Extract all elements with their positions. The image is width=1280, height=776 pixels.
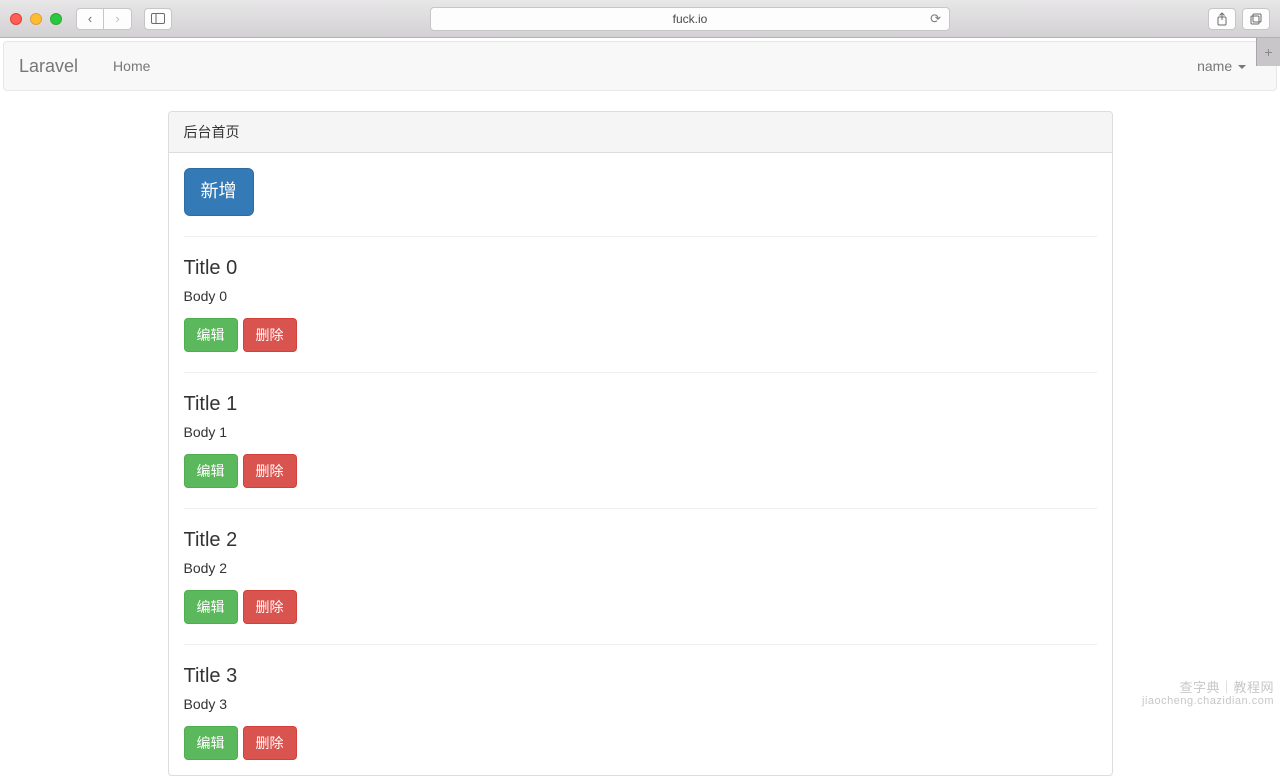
panel-body: 新增 Title 0Body 0编辑删除Title 1Body 1编辑删除Tit… [169,153,1112,775]
caret-down-icon [1238,65,1246,69]
edit-button[interactable]: 编辑 [184,318,238,352]
article-item: Title 1 Body 1 编辑删除 [184,393,1097,488]
article-actions: 编辑删除 [184,454,1097,488]
back-button[interactable]: ‹ [76,8,104,30]
panel-heading: 后台首页 [169,112,1112,153]
share-icon [1215,12,1229,26]
window-controls [10,13,62,25]
address-bar[interactable]: fuck.io ⟳ [430,7,950,31]
brand-link[interactable]: Laravel [19,56,98,77]
add-button[interactable]: 新增 [184,168,254,216]
edit-button[interactable]: 编辑 [184,726,238,760]
tabs-icon [1249,12,1263,26]
app-navbar: Laravel Home name [3,41,1277,91]
plus-icon: + [1264,44,1272,60]
user-label: name [1197,58,1232,74]
browser-toolbar: ‹ › fuck.io ⟳ [0,0,1280,38]
edit-button[interactable]: 编辑 [184,454,238,488]
user-dropdown-toggle[interactable]: name [1182,43,1261,89]
watermark-cn: 查字典｜教程网 [1142,681,1274,695]
article-body: Body 0 [184,288,1097,304]
reload-icon[interactable]: ⟳ [930,11,941,27]
watermark: 查字典｜教程网 jiaocheng.chazidian.com [1142,681,1274,707]
delete-button[interactable]: 删除 [243,454,297,488]
tabs-button[interactable] [1242,8,1270,30]
nav-home-link[interactable]: Home [98,43,165,89]
url-text: fuck.io [673,12,708,26]
forward-button[interactable]: › [104,8,132,30]
article-item: Title 3 Body 3 编辑删除 [184,665,1097,760]
article-actions: 编辑删除 [184,726,1097,760]
nav-right: name [1182,43,1261,89]
close-window-icon[interactable] [10,13,22,25]
edit-button[interactable]: 编辑 [184,590,238,624]
article-body: Body 2 [184,560,1097,576]
article-actions: 编辑删除 [184,590,1097,624]
sidebar-toggle-button[interactable] [144,8,172,30]
divider [184,644,1097,645]
divider [184,236,1097,237]
article-actions: 编辑删除 [184,318,1097,352]
article-item: Title 2 Body 2 编辑删除 [184,529,1097,624]
share-button[interactable] [1208,8,1236,30]
new-tab-button[interactable]: + [1256,38,1280,66]
chevron-right-icon: › [115,11,119,26]
main-container: 后台首页 新增 Title 0Body 0编辑删除Title 1Body 1编辑… [168,111,1113,776]
minimize-window-icon[interactable] [30,13,42,25]
divider [184,508,1097,509]
article-title: Title 3 [184,665,1097,688]
chevron-left-icon: ‹ [88,11,92,26]
divider [184,372,1097,373]
delete-button[interactable]: 删除 [243,726,297,760]
article-body: Body 1 [184,424,1097,440]
article-title: Title 1 [184,393,1097,416]
delete-button[interactable]: 删除 [243,318,297,352]
toolbar-right [1208,8,1270,30]
admin-panel: 后台首页 新增 Title 0Body 0编辑删除Title 1Body 1编辑… [168,111,1113,776]
article-item: Title 0 Body 0 编辑删除 [184,257,1097,352]
article-title: Title 2 [184,529,1097,552]
sidebar-icon [151,13,165,24]
maximize-window-icon[interactable] [50,13,62,25]
article-body: Body 3 [184,696,1097,712]
history-nav: ‹ › [76,8,132,30]
nav-left: Home [98,43,165,89]
article-title: Title 0 [184,257,1097,280]
watermark-en: jiaocheng.chazidian.com [1142,695,1274,707]
delete-button[interactable]: 删除 [243,590,297,624]
